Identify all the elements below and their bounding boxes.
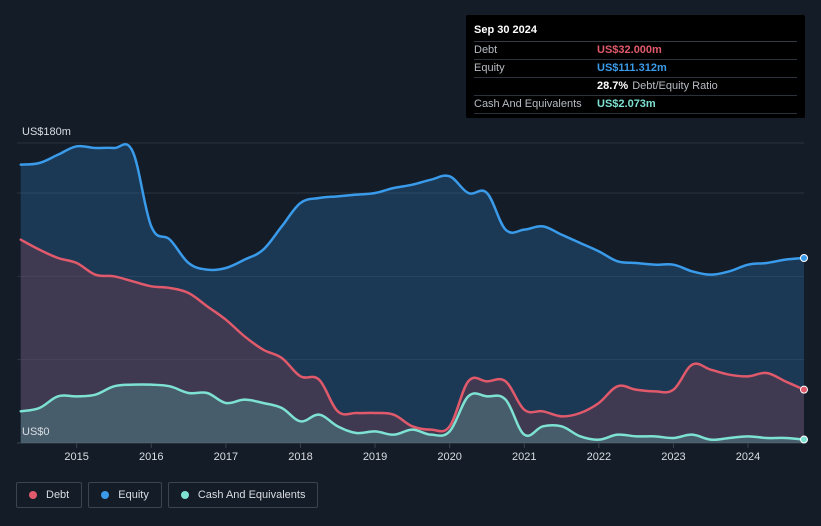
tooltip-value: US$111.312m bbox=[597, 62, 667, 74]
equity-endpoint bbox=[800, 254, 808, 262]
y-axis-bottom-label: US$0 bbox=[22, 426, 50, 438]
x-tick-label: 2022 bbox=[587, 451, 611, 463]
x-tick-label: 2016 bbox=[139, 451, 163, 463]
x-tick-label: 2021 bbox=[512, 451, 536, 463]
tooltip-row-equity: Equity US$111.312m bbox=[474, 60, 797, 78]
tooltip-value: US$2.073m bbox=[597, 98, 656, 110]
tooltip-label: Debt bbox=[474, 44, 498, 56]
legend-item-debt[interactable]: Debt bbox=[16, 482, 83, 508]
tooltip: Sep 30 2024 Debt US$32.000m Equity US$11… bbox=[466, 15, 805, 118]
x-tick-label: 2024 bbox=[736, 451, 760, 463]
tooltip-row-debt: Debt US$32.000m bbox=[474, 42, 797, 60]
legend-item-cash[interactable]: Cash And Equivalents bbox=[167, 482, 319, 508]
equity-dot-icon bbox=[101, 491, 110, 499]
x-tick-label: 2020 bbox=[437, 451, 461, 463]
x-axis-ticks: 2015 2016 2017 2018 2019 2020 2021 2022 2023 2024 bbox=[64, 443, 760, 463]
x-tick-label: 2015 bbox=[64, 451, 88, 463]
tooltip-date: Sep 30 2024 bbox=[474, 23, 797, 42]
x-tick-label: 2019 bbox=[363, 451, 387, 463]
tooltip-value: US$32.000m bbox=[597, 44, 662, 56]
legend-label: Cash And Equivalents bbox=[197, 489, 306, 501]
x-tick-label: 2023 bbox=[661, 451, 685, 463]
tooltip-label: Cash And Equivalents bbox=[474, 98, 582, 110]
y-axis-top-label: US$180m bbox=[22, 126, 71, 138]
debt-dot-icon bbox=[29, 491, 37, 499]
legend-label: Equity bbox=[118, 489, 149, 501]
debt-endpoint bbox=[800, 385, 808, 394]
tooltip-row-cash: Cash And Equivalents US$2.073m bbox=[474, 96, 797, 114]
cash-dot-icon bbox=[180, 491, 189, 499]
x-tick-label: 2017 bbox=[214, 451, 238, 463]
legend-item-equity[interactable]: Equity bbox=[88, 482, 162, 508]
tooltip-ratio-name: Debt/Equity Ratio bbox=[632, 80, 718, 92]
legend: Debt Equity Cash And Equivalents bbox=[16, 482, 319, 508]
legend-label: Debt bbox=[46, 489, 70, 501]
tooltip-label bbox=[474, 78, 597, 95]
x-tick-label: 2018 bbox=[288, 451, 312, 463]
tooltip-value: 28.7% bbox=[597, 80, 629, 92]
tooltip-row-ratio: 28.7% Debt/Equity Ratio bbox=[474, 78, 797, 96]
tooltip-label: Equity bbox=[474, 62, 505, 74]
cash-endpoint bbox=[800, 435, 808, 444]
